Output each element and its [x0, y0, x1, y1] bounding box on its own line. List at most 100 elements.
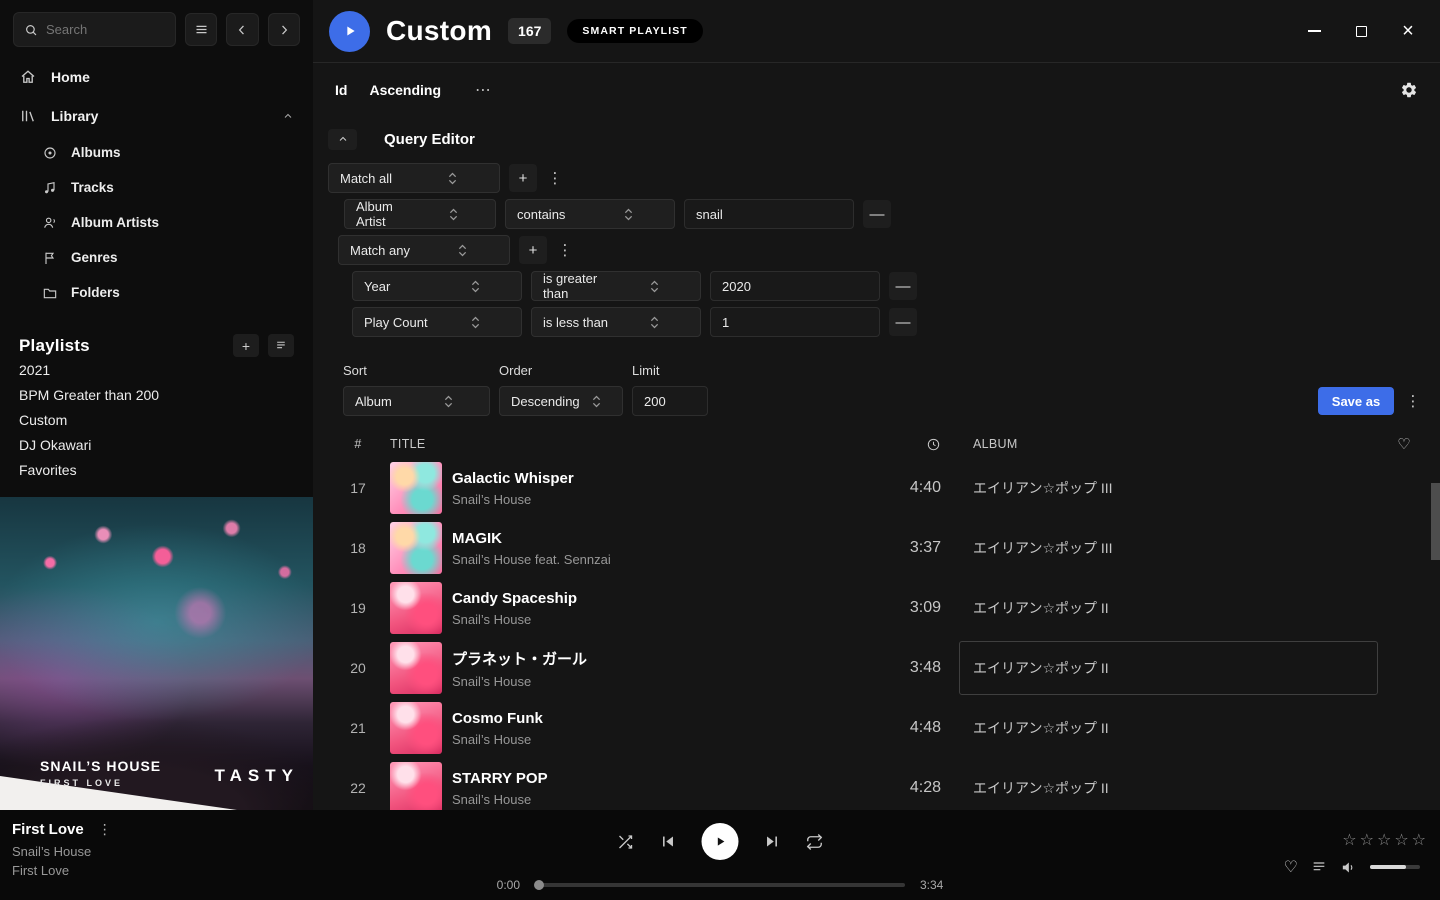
track-table: # TITLE ALBUM ♡ 17 Galactic Whisper [313, 430, 1440, 810]
table-row[interactable]: 20 プラネット・ガール Snail’s House 3:48 エイリアン☆ポッ… [313, 638, 1440, 698]
nav-forward-button[interactable] [268, 13, 300, 46]
order-select[interactable]: Descending [499, 386, 623, 416]
minimize-button[interactable] [1305, 22, 1323, 40]
track-album: エイリアン☆ポップ III [959, 478, 1384, 498]
remove-rule-button[interactable]: — [889, 272, 917, 300]
sidebar-item-library[interactable]: Library [0, 96, 313, 135]
shuffle-icon[interactable] [617, 833, 635, 851]
playlist-list-button[interactable] [268, 334, 294, 357]
header-duration[interactable] [881, 437, 941, 452]
unfold-icon [421, 207, 486, 222]
sort-field-button[interactable]: Id [335, 82, 347, 98]
group-menu-button[interactable]: ⋮ [546, 164, 564, 192]
page-title: Custom [386, 15, 492, 47]
album-art-thumbnail [390, 762, 442, 810]
limit-input[interactable] [632, 386, 708, 416]
sidebar-item-home[interactable]: Home [0, 57, 313, 96]
minus-icon: — [870, 206, 885, 223]
table-row[interactable]: 21 Cosmo Funk Snail’s House 4:48 エイリアン☆ポ… [313, 698, 1440, 758]
rule-operator-select[interactable]: contains [505, 199, 675, 229]
remove-rule-button[interactable]: — [863, 200, 891, 228]
focused-album-cell[interactable]: エイリアン☆ポップ II [959, 641, 1378, 695]
rule-operator-select[interactable]: is less than [531, 307, 701, 337]
close-button[interactable]: × [1399, 22, 1417, 40]
rule-value-input[interactable] [710, 271, 880, 301]
rule-field-select[interactable]: Year [352, 271, 522, 301]
more-options-button[interactable]: ⋯ [475, 80, 491, 100]
rule-operator-select[interactable]: is greater than [531, 271, 701, 301]
progress-bar[interactable] [535, 883, 905, 887]
star-icon[interactable]: ☆ [1360, 830, 1374, 850]
track-duration: 4:28 [881, 779, 941, 797]
star-icon[interactable]: ☆ [1394, 830, 1408, 850]
sidebar-item-folders[interactable]: Folders [0, 275, 313, 310]
sidebar-item-genres[interactable]: Genres [0, 240, 313, 275]
playlist-item-dj-okawari[interactable]: DJ Okawari [0, 432, 313, 457]
next-track-icon[interactable] [764, 833, 781, 850]
add-rule-button[interactable]: + [509, 164, 537, 192]
kebab-icon: ⋮ [548, 169, 563, 187]
playlist-item-custom[interactable]: Custom [0, 407, 313, 432]
header-album[interactable]: ALBUM [959, 437, 1384, 451]
table-row[interactable]: 17 Galactic Whisper Snail’s House 4:40 エ… [313, 458, 1440, 518]
sort-order-limit: Sort Order Limit Album Descending Save a [328, 363, 1440, 416]
now-playing-artwork[interactable]: SNAIL’S HOUSE FIRST LOVE TASTY [0, 497, 313, 810]
sort-select[interactable]: Album [343, 386, 490, 416]
progress-handle[interactable] [534, 880, 544, 890]
unfold-icon [617, 315, 691, 330]
menu-button[interactable] [185, 13, 217, 46]
header-title[interactable]: TITLE [390, 437, 881, 451]
rule-value-input[interactable] [684, 199, 854, 229]
table-row[interactable]: 18 MAGIK Snail’s House feat. Sennzai 3:3… [313, 518, 1440, 578]
rule-row-year: Year is greater than — [352, 271, 1440, 301]
queue-icon[interactable] [1311, 859, 1327, 875]
table-row[interactable]: 22 STARRY POP Snail’s House 4:28 エイリアン☆ポ… [313, 758, 1440, 810]
match-any-select[interactable]: Match any [338, 235, 510, 265]
track-menu-button[interactable]: ⋮ [98, 821, 112, 838]
group-menu-button[interactable]: ⋮ [556, 236, 574, 264]
search-input[interactable] [46, 22, 165, 37]
rule-field-select[interactable]: Album Artist [344, 199, 496, 229]
play-playlist-button[interactable] [329, 11, 370, 52]
table-row[interactable]: 19 Candy Spaceship Snail’s House 3:09 エイ… [313, 578, 1440, 638]
playlist-item-favorites[interactable]: Favorites [0, 457, 313, 482]
star-icon[interactable]: ☆ [1412, 830, 1426, 850]
save-menu-button[interactable]: ⋮ [1404, 387, 1422, 415]
match-all-select[interactable]: Match all [328, 163, 500, 193]
track-artist: Snail’s House feat. Sennzai [452, 552, 881, 567]
maximize-button[interactable] [1352, 22, 1370, 40]
save-as-button[interactable]: Save as [1318, 387, 1394, 415]
add-rule-button[interactable]: + [519, 236, 547, 264]
repeat-icon[interactable] [806, 833, 824, 851]
search-box[interactable] [13, 12, 176, 47]
header-favorite[interactable]: ♡ [1384, 435, 1424, 453]
sidebar-item-albums[interactable]: Albums [0, 135, 313, 170]
star-icon[interactable]: ☆ [1377, 830, 1391, 850]
sort-direction-button[interactable]: Ascending [369, 82, 441, 98]
favorite-heart-icon[interactable]: ♡ [1284, 857, 1298, 877]
query-editor-collapse-button[interactable] [328, 129, 357, 150]
volume-slider[interactable] [1370, 865, 1420, 869]
play-pause-button[interactable] [702, 823, 739, 860]
folders-label: Folders [71, 285, 120, 300]
previous-track-icon[interactable] [660, 833, 677, 850]
remove-rule-button[interactable]: — [889, 308, 917, 336]
home-label: Home [51, 69, 90, 85]
star-icon[interactable]: ☆ [1342, 830, 1356, 850]
playlist-item-2021[interactable]: 2021 [0, 357, 313, 382]
nav-back-button[interactable] [226, 13, 258, 46]
rule-field-select[interactable]: Play Count [352, 307, 522, 337]
album-art-thumbnail [390, 522, 442, 574]
rule-row-album-artist: Album Artist contains — [344, 199, 1440, 229]
playlist-item-bpm[interactable]: BPM Greater than 200 [0, 382, 313, 407]
scrollbar-thumb[interactable] [1431, 483, 1440, 560]
add-playlist-button[interactable]: + [233, 334, 259, 357]
minus-icon: — [896, 278, 911, 295]
volume-icon[interactable] [1340, 859, 1357, 876]
sidebar-item-tracks[interactable]: Tracks [0, 170, 313, 205]
header-number[interactable]: # [333, 437, 383, 451]
rule-value-input[interactable] [710, 307, 880, 337]
settings-gear-icon[interactable] [1400, 81, 1418, 99]
tracks-label: Tracks [71, 180, 114, 195]
sidebar-item-album-artists[interactable]: Album Artists [0, 205, 313, 240]
